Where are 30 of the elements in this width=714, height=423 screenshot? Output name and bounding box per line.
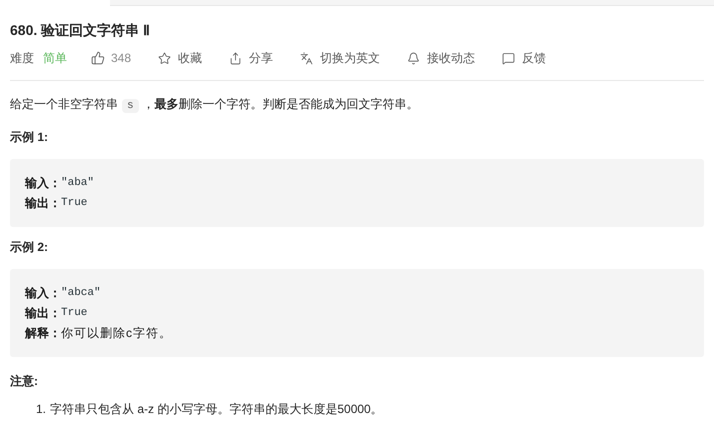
example-label: 输出： [25,195,61,212]
list-number: 1. [36,401,46,418]
example-value: True [61,306,88,321]
example-label: 输入： [25,285,61,302]
action-button[interactable]: 接收动态 [407,49,476,67]
action-button[interactable]: 收藏 [158,49,202,67]
example-value: "aba" [61,176,94,191]
example-label: 输入： [25,175,61,192]
example-heading: 示例 2: [10,239,50,256]
star-icon [158,52,172,64]
note-heading: 注意: [10,373,39,390]
example-value: True [61,196,88,211]
example-heading: 示例 1: [10,129,50,146]
message-icon [502,52,516,64]
problem-title: 680. 验证回文字符串 Ⅱ [10,21,152,40]
translate-icon [300,52,314,64]
bell-icon [407,52,420,64]
action-button[interactable]: 反馈 [502,49,546,67]
note-item: 字符串只包含从 a-z 的小写字母。字符串的最大长度是50000。 [50,401,383,418]
thumbs-up-icon [91,51,105,65]
example-label: 输出： [25,305,61,322]
difficulty-label: 难度 [10,50,34,67]
problem-description: 给定一个非空字符串 s ，最多删除一个字符。判断是否能成为回文字符串。 [10,96,420,115]
action-button[interactable]: 分享 [229,49,274,67]
share-icon [229,52,242,64]
action-button[interactable]: 切换为英文 [300,49,380,67]
example-value: "abca" [61,286,101,301]
difficulty-value: 简单 [43,50,67,67]
example-value: 你可以删除c字符。 [61,325,172,342]
example-label: 解释： [25,325,61,342]
